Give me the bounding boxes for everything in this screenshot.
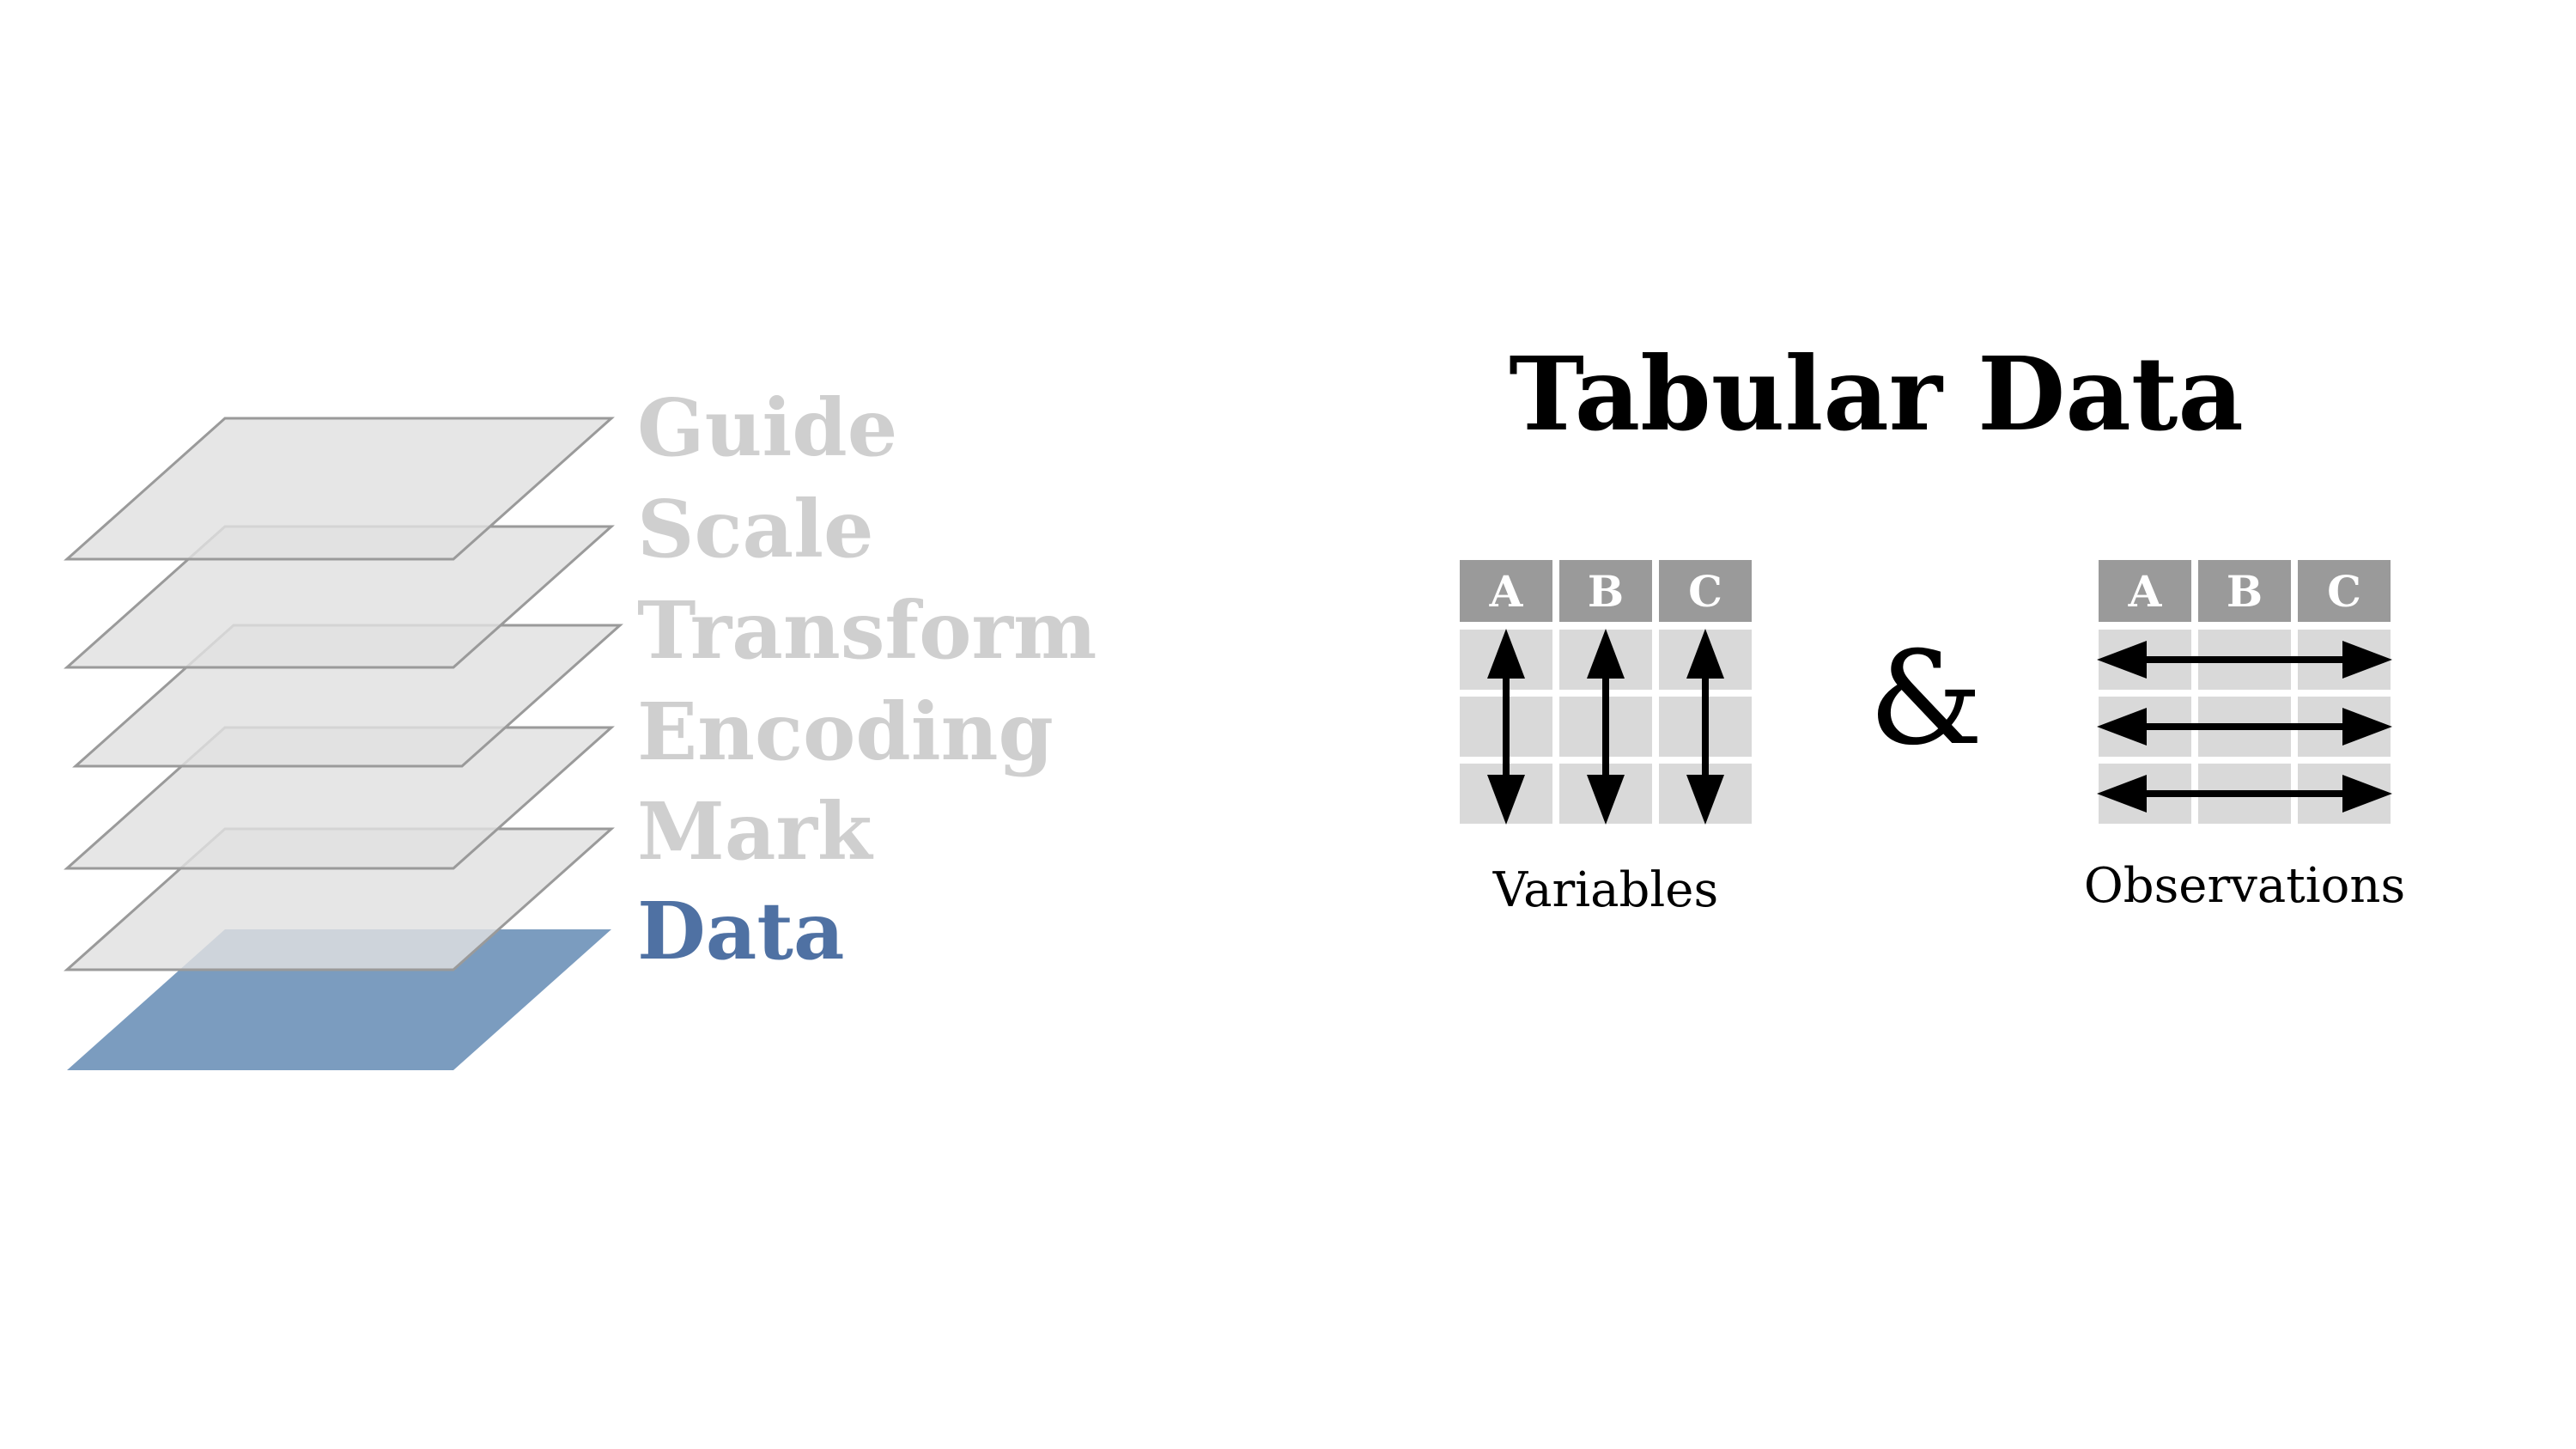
tabular-data-diagram: Guide Scale Transform Encoding Mark Data… <box>64 334 2405 1070</box>
layer-label-transform: Transform <box>637 584 1097 677</box>
layer-labels: Guide Scale Transform Encoding Mark Data <box>637 381 1097 977</box>
variables-header-a-text: A <box>1489 566 1524 617</box>
layer-label-encoding: Encoding <box>637 685 1054 778</box>
observations-caption: Observations <box>2084 858 2405 914</box>
diagram-title: Tabular Data <box>1509 334 2244 454</box>
layer-stack <box>64 417 623 1070</box>
observations-header-a-text: A <box>2128 566 2163 617</box>
observations-table: A B C Observations <box>2084 560 2405 914</box>
layer-label-guide: Guide <box>637 381 897 474</box>
layer-label-scale: Scale <box>637 483 874 575</box>
ampersand: & <box>1868 624 1984 774</box>
variables-header-c-text: C <box>1688 566 1722 617</box>
variables-table: A B C Variables <box>1460 560 1752 918</box>
variables-header-b-text: B <box>1588 566 1624 617</box>
variables-caption: Variables <box>1492 862 1718 918</box>
layer-label-mark: Mark <box>637 785 874 878</box>
observations-header-c-text: C <box>2327 566 2361 617</box>
layer-label-data: Data <box>637 885 845 977</box>
observations-header-b-text: B <box>2227 566 2263 617</box>
